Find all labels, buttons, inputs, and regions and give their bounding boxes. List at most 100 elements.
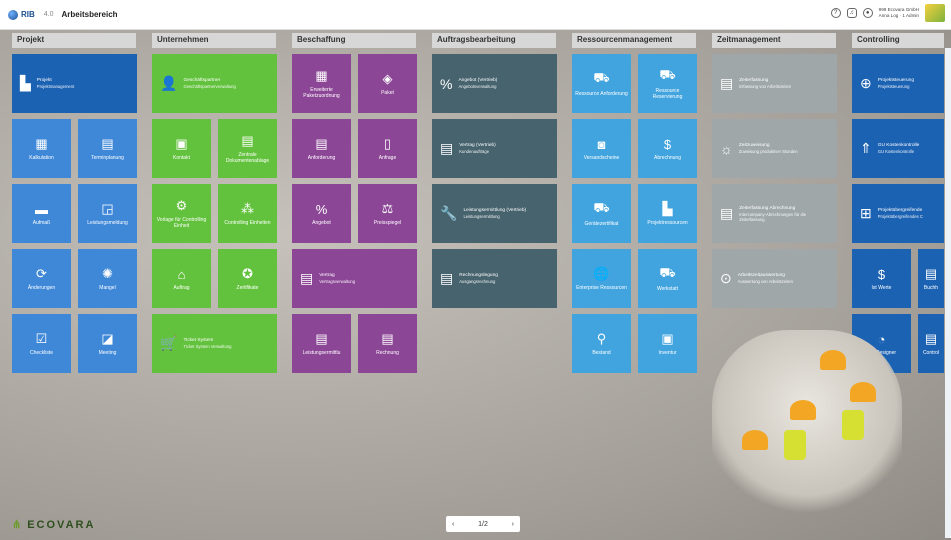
tile-geraetezertifikat[interactable]: ⛟ Gerätezertifikat	[572, 184, 631, 243]
column-controlling: Controlling	[852, 33, 944, 48]
tile-zertifikate[interactable]: ✪ Zertifikate	[218, 249, 277, 308]
account-info[interactable]: 999 Ecovara GmbH Anna Log · 1 Admin	[879, 7, 919, 19]
column-title: Projekt	[12, 33, 136, 48]
tile-buchhaltung[interactable]: ▤ Buchh	[918, 249, 944, 308]
tile-gu-kostenkontrolle[interactable]: ⇑ GU Kostenkontrolle GU Kostenkontrolle	[852, 119, 944, 178]
tile-subtitle: Auswertung von Arbeitszeiten	[737, 279, 793, 284]
tile-anforderung[interactable]: ▤ Anforderung	[292, 119, 351, 178]
tile-zeitzuweisung[interactable]: ☼ Zeitzuweisung Zuweisung produktiver Stu…	[712, 119, 837, 178]
tile-control[interactable]: ▤ Control	[918, 314, 944, 373]
tile-mangel[interactable]: ✺ Mangel	[78, 249, 137, 308]
tile-projekt[interactable]: ▙ Projekt Projektmanagement	[12, 54, 137, 113]
tile-enterprise-ressourcen[interactable]: 🌐 Enterprise Ressourcen	[572, 249, 631, 308]
tile-vorlage-controlling[interactable]: ⚙ Vorlage für Controlling Einheit	[152, 184, 211, 243]
tile-kontakt[interactable]: ▣ Kontakt	[152, 119, 211, 178]
logo-text: RIB	[21, 10, 35, 19]
enterprise-icon: 🌐	[593, 266, 610, 281]
tile-ressource-anforderung[interactable]: ⛟ Ressource Anforderung	[572, 54, 631, 113]
user-icon[interactable]: ●	[862, 8, 873, 18]
tile-paketzuordnung[interactable]: ▦ Erweiterte Paketzuordnung	[292, 54, 351, 113]
building-icon: ▙	[20, 75, 31, 91]
bi-designer-icon: ◔	[877, 331, 886, 347]
column-ressourcenmanagement: Ressourcenmanagement	[572, 33, 696, 48]
tile-vertrag[interactable]: ▤ Vertrag Vertragsverwaltung	[292, 249, 417, 308]
tile-versandscheine[interactable]: ◙ Versandscheine	[572, 119, 631, 178]
report-icon: ◲	[101, 201, 114, 216]
tile-paket[interactable]: ◈ Paket	[358, 54, 417, 113]
column-title: Unternehmen	[152, 33, 276, 48]
tile-kalkulation[interactable]: ▦ Kalkulation	[12, 119, 71, 178]
tile-ressource-reservierung[interactable]: ⛟ Ressource Reservierung	[638, 54, 697, 113]
tile-ist-werte[interactable]: $ Ist Werte	[852, 249, 911, 308]
tile-meeting[interactable]: ◪ Meeting	[78, 314, 137, 373]
column-title: Auftragsbearbeitung	[432, 33, 556, 48]
wrench-icon: 🔧	[440, 205, 458, 221]
tile-preisspiegel[interactable]: ⚖ Preisspiegel	[358, 184, 417, 243]
tile-vertrag-vertrieb[interactable]: ▤ Vertrag (Vertrieb) Kundenaufträge	[432, 119, 557, 178]
tile-zeiterfassung[interactable]: ▤ Zeiterfassung Erfassung von Arbeitszeit…	[712, 54, 837, 113]
checklist-icon: ☑	[35, 331, 48, 346]
top-bar: RIB 4.0 Arbeitsbereich ? ♫ ● 999 Ecovara…	[0, 0, 951, 30]
tile-projektressourcen[interactable]: ▙ Projektressourcen	[638, 184, 697, 243]
tile-subtitle: Projektmanagement	[36, 84, 75, 89]
tile-title: Mangel	[99, 285, 116, 291]
tile-werkstatt[interactable]: ⛟ Werkstatt	[638, 249, 697, 308]
stock-icon: ⚲	[596, 331, 607, 346]
tile-bestand[interactable]: ⚲ Bestand	[572, 314, 631, 373]
help-icon[interactable]: ?	[830, 8, 841, 18]
time-entry-icon: ▤	[720, 75, 734, 91]
tile-subtitle: Erfassung von Arbeitszeiten	[739, 84, 792, 89]
order-icon: ⌂	[177, 266, 186, 282]
performance-icon: ▤	[315, 331, 328, 346]
tile-arbeitszeitauswertung[interactable]: ⊙ Arbeitszeitauswertung Auswertung von Ar…	[712, 249, 837, 308]
tile-terminplanung[interactable]: ▤ Terminplanung	[78, 119, 137, 178]
tile-subtitle: Vertragsverwaltung	[319, 279, 356, 284]
tile-angebot[interactable]: % Angebot	[292, 184, 351, 243]
tile-anfrage[interactable]: ▯ Anfrage	[358, 119, 417, 178]
tile-abrechnung[interactable]: $ Abrechnung	[638, 119, 697, 178]
cost-control-icon: ⇑	[860, 140, 872, 156]
tile-subtitle: Leistungsermittlung	[463, 214, 500, 219]
tile-title: Leistungsmeldung	[87, 220, 128, 226]
prev-page-button[interactable]: ‹	[452, 521, 454, 528]
next-page-button[interactable]: ›	[512, 521, 514, 528]
search-icon: ⊙	[720, 270, 732, 286]
bell-icon[interactable]: ♫	[846, 8, 857, 18]
side-panel-strip[interactable]	[945, 48, 951, 538]
control-icon: ▤	[924, 331, 938, 346]
tile-inventur[interactable]: ▣ Inventur	[638, 314, 697, 373]
tile-subtitle: Angebotsverwaltung	[458, 84, 497, 89]
tile-rechnungslegung[interactable]: ▤ Rechnungslegung Ausgangsrechnung	[432, 249, 557, 308]
tile-leistungsermittlung[interactable]: ▤ Leistungsermittlu	[292, 314, 351, 373]
tile-subtitle: Ticket System Verwaltung	[183, 344, 232, 349]
tile-projektuebergreifend[interactable]: ⊞ Projektübergreifende Projektübergreifen…	[852, 184, 944, 243]
tile-geschaeftspartner[interactable]: 👤 Geschäftspartner Geschäftspartnerverwal…	[152, 54, 277, 113]
meeting-icon: ◪	[101, 331, 114, 346]
tile-title: Buchh	[923, 285, 939, 291]
tile-aufmass[interactable]: ▬ Aufmaß	[12, 184, 71, 243]
tile-leistungsmeldung[interactable]: ◲ Leistungsmeldung	[78, 184, 137, 243]
tile-auftrag[interactable]: ⌂ Auftrag	[152, 249, 211, 308]
tile-title: Preisspiegel	[373, 220, 402, 226]
calculator-icon: ▦	[35, 136, 48, 151]
tile-angebot-vertrieb[interactable]: % Angebot (Vertrieb) Angebotsverwaltung	[432, 54, 557, 113]
tile-title: Zentrale Dokumentenablage	[225, 152, 270, 164]
tile-rechnung[interactable]: ▤ Rechnung	[358, 314, 417, 373]
tile-aenderungen[interactable]: ⟳ Änderungen	[12, 249, 71, 308]
tile-ticket-system[interactable]: 🛒 Ticket System Ticket System Verwaltung	[152, 314, 277, 373]
tile-title: Gerätezertifikat	[584, 221, 619, 227]
tile-projektsteuerung[interactable]: ⊕ Projektsteuerung Projektsteuerung	[852, 54, 944, 113]
tile-dokumentenablage[interactable]: ▤ Zentrale Dokumentenablage	[218, 119, 277, 178]
tile-title: Kalkulation	[29, 155, 54, 161]
tile-leistungsermittlung-vertrieb[interactable]: 🔧 Leistungsermittlung (Vertrieb) Leistung…	[432, 184, 557, 243]
column-title: Zeitmanagement	[712, 33, 836, 48]
column-title: Controlling	[852, 33, 944, 48]
rib-logo[interactable]: RIB 4.0	[8, 9, 54, 20]
resource-request-icon: ⛟	[593, 70, 610, 85]
workspace-title: Arbeitsbereich	[61, 10, 118, 19]
tile-checkliste[interactable]: ☑ Checkliste	[12, 314, 71, 373]
tile-zeiterfassung-abrechnung[interactable]: ▤ Zeiterfassung Abrechnung Intercompany-A…	[712, 184, 837, 243]
tile-controlling-einheiten[interactable]: ⁂ Controlling Einheiten	[218, 184, 277, 243]
tile-title: Erweiterte Paketzuordnung	[303, 87, 340, 99]
tile-title: Versandscheine	[583, 154, 620, 161]
